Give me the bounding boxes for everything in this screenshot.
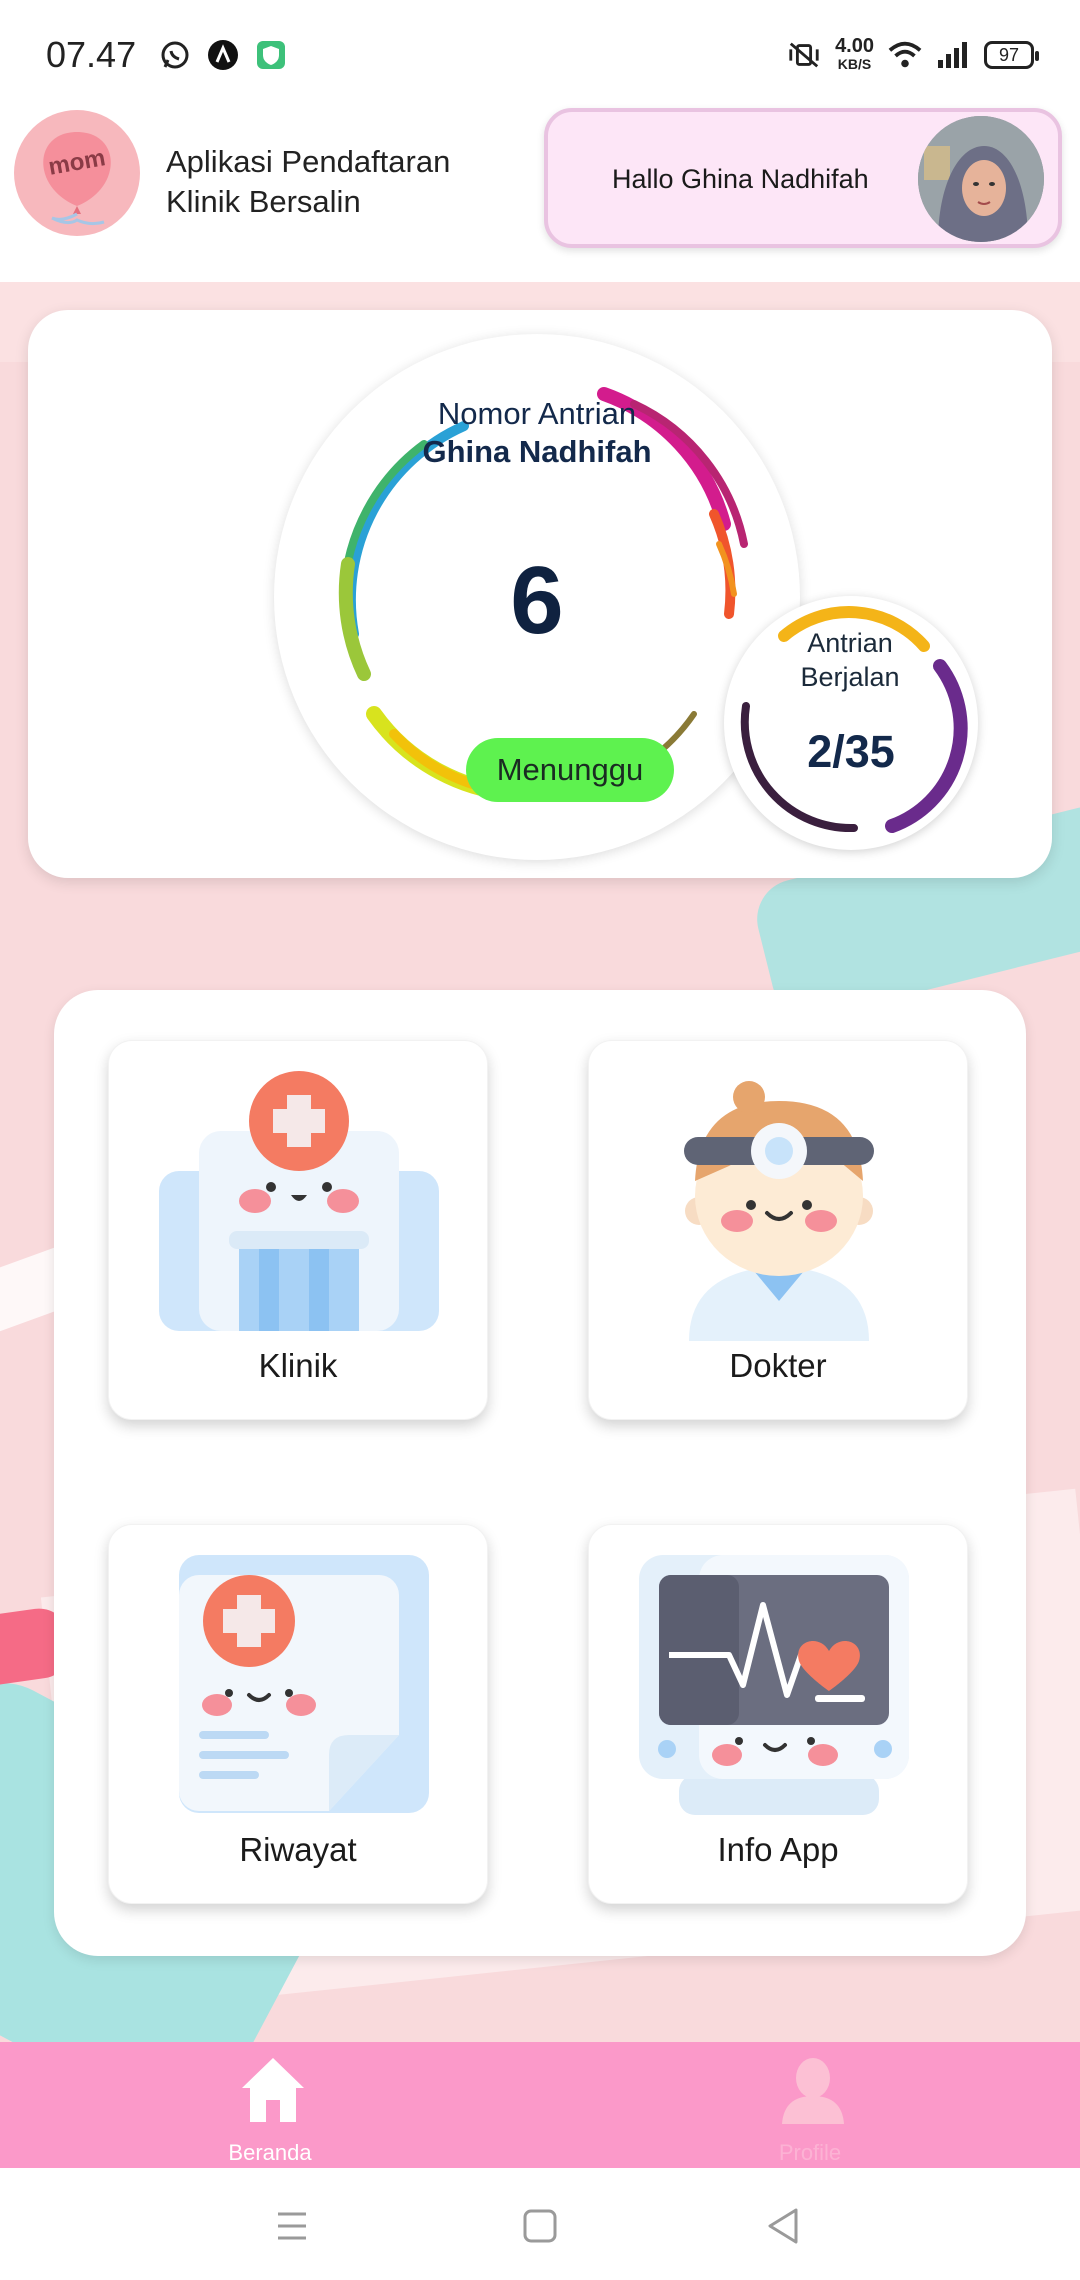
notification-icons (158, 38, 288, 72)
nav-item-profile[interactable]: Profile (660, 2042, 960, 2168)
queue-number-circle: Nomor Antrian Ghina Nadhifah 6 Menunggu (274, 334, 800, 860)
home-icon (242, 2058, 304, 2122)
menu-label-dokter: Dokter (729, 1347, 827, 1384)
menu-tile-klinik[interactable]: Klinik (108, 1040, 488, 1420)
menu-label-riwayat: Riwayat (239, 1831, 357, 1868)
medical-record-icon (179, 1555, 429, 1813)
hospital-icon (159, 1071, 439, 1331)
running-queue-circle: Antrian Berjalan 2/35 (724, 596, 978, 850)
nav-label-profile: Profile (778, 2140, 842, 2165)
doctor-icon (684, 1081, 874, 1341)
menu-tile-info-app[interactable]: Info App (588, 1524, 968, 1904)
system-status-icons: 4.00 KB/S 97 (787, 35, 1039, 73)
running-queue-label: Antrian Berjalan (800, 628, 900, 692)
heart-monitor-icon (639, 1555, 909, 1815)
menu-label-info-app: Info App (717, 1831, 839, 1868)
user-avatar[interactable] (918, 116, 1044, 242)
app-a-icon (206, 38, 240, 72)
queue-patient-name: Ghina Nadhifah (422, 434, 652, 469)
app-header: mom Aplikasi Pendaftaran Klinik Bersalin… (0, 100, 1080, 270)
vibrate-icon (787, 38, 821, 72)
menu-tile-dokter[interactable]: Dokter (588, 1040, 968, 1420)
menu-card: Klinik Dokter Riwayat Info App (54, 990, 1026, 1956)
app-logo: mom (14, 110, 140, 236)
nav-item-beranda[interactable]: Beranda (120, 2042, 420, 2168)
status-bar: 07.47 4.00 KB/S 97 (0, 0, 1080, 110)
menu-tile-riwayat[interactable]: Riwayat (108, 1524, 488, 1904)
whatsapp-icon (158, 38, 192, 72)
queue-card: Nomor Antrian Ghina Nadhifah 6 Menunggu … (28, 310, 1052, 878)
network-speed: 4.00 KB/S (835, 35, 874, 72)
battery-indicator: 97 (984, 41, 1039, 69)
user-greeting-card[interactable]: Hallo Ghina Nadhifah (544, 108, 1062, 248)
shield-app-icon (254, 38, 288, 72)
wifi-icon (888, 38, 922, 72)
queue-number: 6 (510, 547, 564, 654)
nav-label-beranda: Beranda (228, 2140, 312, 2165)
status-time: 07.47 (46, 34, 137, 75)
recent-apps-icon[interactable] (262, 2196, 322, 2256)
bottom-navigation: Beranda Profile (0, 2042, 1080, 2168)
home-button-icon[interactable] (510, 2196, 570, 2256)
back-icon[interactable] (754, 2196, 814, 2256)
profile-icon (782, 2058, 844, 2124)
menu-label-klinik: Klinik (258, 1347, 338, 1384)
queue-status-badge: Menunggu (466, 738, 674, 802)
running-queue-value: 2/35 (807, 726, 895, 777)
app-title: Aplikasi Pendaftaran Klinik Bersalin (166, 144, 451, 219)
signal-icon (936, 38, 970, 72)
user-greeting: Hallo Ghina Nadhifah (612, 164, 869, 194)
queue-label: Nomor Antrian (437, 396, 637, 431)
system-navigation-bar (0, 2168, 1080, 2280)
